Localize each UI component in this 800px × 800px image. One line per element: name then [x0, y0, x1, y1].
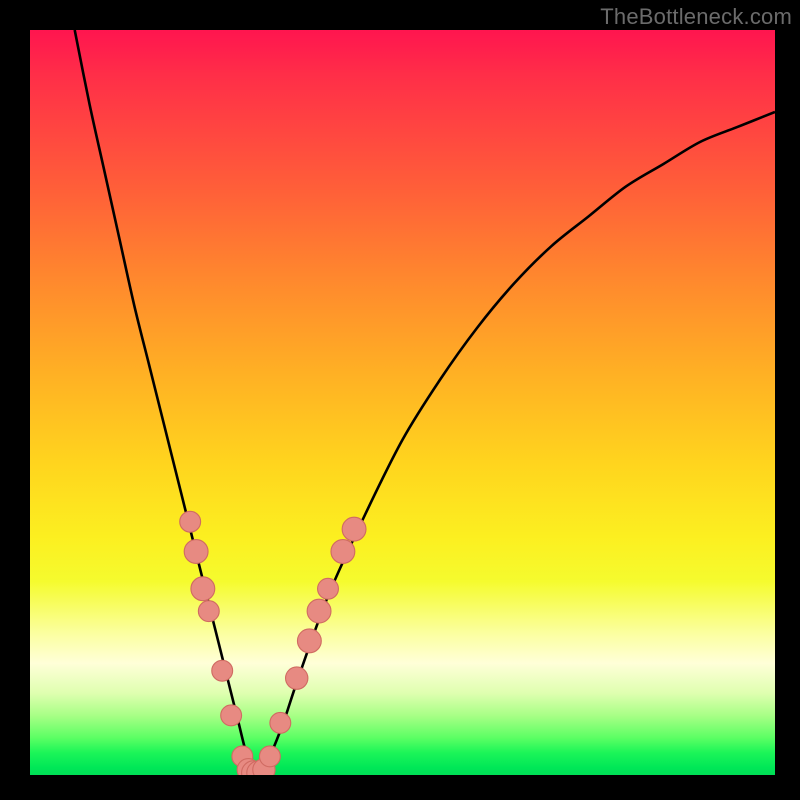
curve-marker [221, 705, 242, 726]
bottleneck-curve-line [75, 30, 775, 775]
curve-marker [286, 667, 308, 689]
plot-area [30, 30, 775, 775]
watermark-text: TheBottleneck.com [600, 4, 792, 30]
curve-marker [297, 629, 321, 653]
curve-marker [307, 599, 331, 623]
curve-marker [318, 578, 339, 599]
curve-marker [259, 746, 280, 767]
curve-marker [180, 511, 201, 532]
curve-marker [184, 540, 208, 564]
curve-marker [270, 712, 291, 733]
outer-frame: TheBottleneck.com [0, 0, 800, 800]
curve-marker [212, 660, 233, 681]
curve-marker [198, 601, 219, 622]
curve-marker [191, 577, 215, 601]
curve-layer [30, 30, 775, 775]
curve-marker [331, 540, 355, 564]
curve-markers [180, 511, 366, 775]
curve-marker [342, 517, 366, 541]
